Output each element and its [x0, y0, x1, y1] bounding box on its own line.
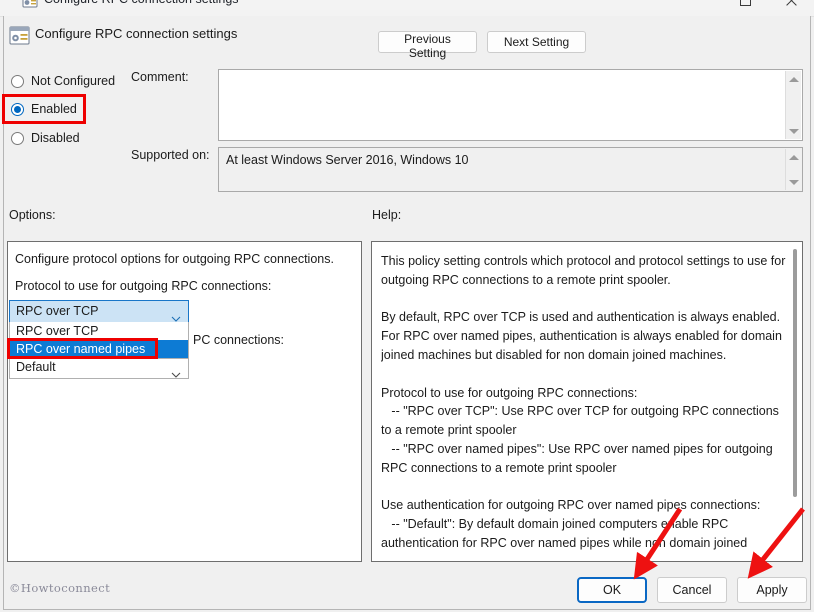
- dropdown-option-rpc-over-tcp[interactable]: RPC over TCP: [10, 322, 188, 340]
- configure-rpc-connection-settings-dialog: Configure RPC connection settings Config…: [0, 0, 814, 612]
- scroll-up-icon[interactable]: [786, 150, 802, 164]
- watermark: ©Howtoconnect: [9, 581, 111, 595]
- options-description: Configure protocol options for outgoing …: [15, 252, 334, 266]
- scroll-up-icon[interactable]: [786, 72, 802, 86]
- apply-button[interactable]: Apply: [737, 577, 807, 603]
- previous-setting-button[interactable]: Previous Setting: [378, 31, 477, 60]
- radio-enabled[interactable]: Enabled: [11, 100, 77, 118]
- supported-on-scrollbar[interactable]: [785, 149, 801, 190]
- help-scrollbar-thumb[interactable]: [793, 249, 797, 497]
- next-setting-button[interactable]: Next Setting: [487, 31, 586, 53]
- group-policy-setting-icon: [22, 0, 38, 9]
- chevron-down-icon: [171, 365, 181, 383]
- protocol-combobox-value: RPC over TCP: [16, 304, 99, 318]
- help-text: This policy setting controls which proto…: [381, 254, 786, 550]
- close-icon[interactable]: [768, 0, 814, 14]
- auth-combobox[interactable]: Default: [9, 356, 189, 379]
- page-title: Configure RPC connection settings: [35, 26, 238, 41]
- comment-label: Comment:: [131, 70, 189, 84]
- radio-circle-not-configured: [11, 74, 24, 88]
- options-section-label: Options:: [9, 208, 56, 222]
- maximize-icon[interactable]: [722, 0, 768, 14]
- window-titlebar: Configure RPC connection settings: [0, 0, 814, 17]
- auth-label-partial: PC connections:: [193, 333, 285, 347]
- scroll-down-icon[interactable]: [786, 175, 802, 189]
- radio-not-configured[interactable]: Not Configured: [11, 72, 115, 90]
- protocol-label: Protocol to use for outgoing RPC connect…: [15, 279, 272, 293]
- help-section-label: Help:: [372, 208, 402, 222]
- scroll-down-icon[interactable]: [786, 124, 802, 138]
- radio-label-enabled: Enabled: [31, 102, 77, 116]
- cancel-button[interactable]: Cancel: [657, 577, 727, 603]
- radio-label-not-configured: Not Configured: [31, 74, 116, 88]
- protocol-dropdown-list[interactable]: RPC over TCP RPC over named pipes: [9, 322, 189, 359]
- radio-circle-disabled: [11, 131, 24, 145]
- protocol-combobox[interactable]: RPC over TCP: [9, 300, 189, 323]
- window-title: Configure RPC connection settings: [44, 0, 239, 6]
- ok-button[interactable]: OK: [577, 577, 647, 603]
- supported-on-label: Supported on:: [131, 148, 210, 162]
- dropdown-option-rpc-over-named-pipes[interactable]: RPC over named pipes: [10, 340, 188, 358]
- radio-disabled[interactable]: Disabled: [11, 129, 80, 147]
- supported-on-value: At least Windows Server 2016, Windows 10: [226, 153, 469, 167]
- radio-circle-enabled: [11, 102, 24, 116]
- comment-input[interactable]: [218, 69, 803, 141]
- radio-label-disabled: Disabled: [31, 131, 80, 145]
- auth-combobox-value: Default: [16, 360, 56, 374]
- policy-setting-icon: [9, 26, 31, 46]
- comment-scrollbar[interactable]: [785, 71, 801, 139]
